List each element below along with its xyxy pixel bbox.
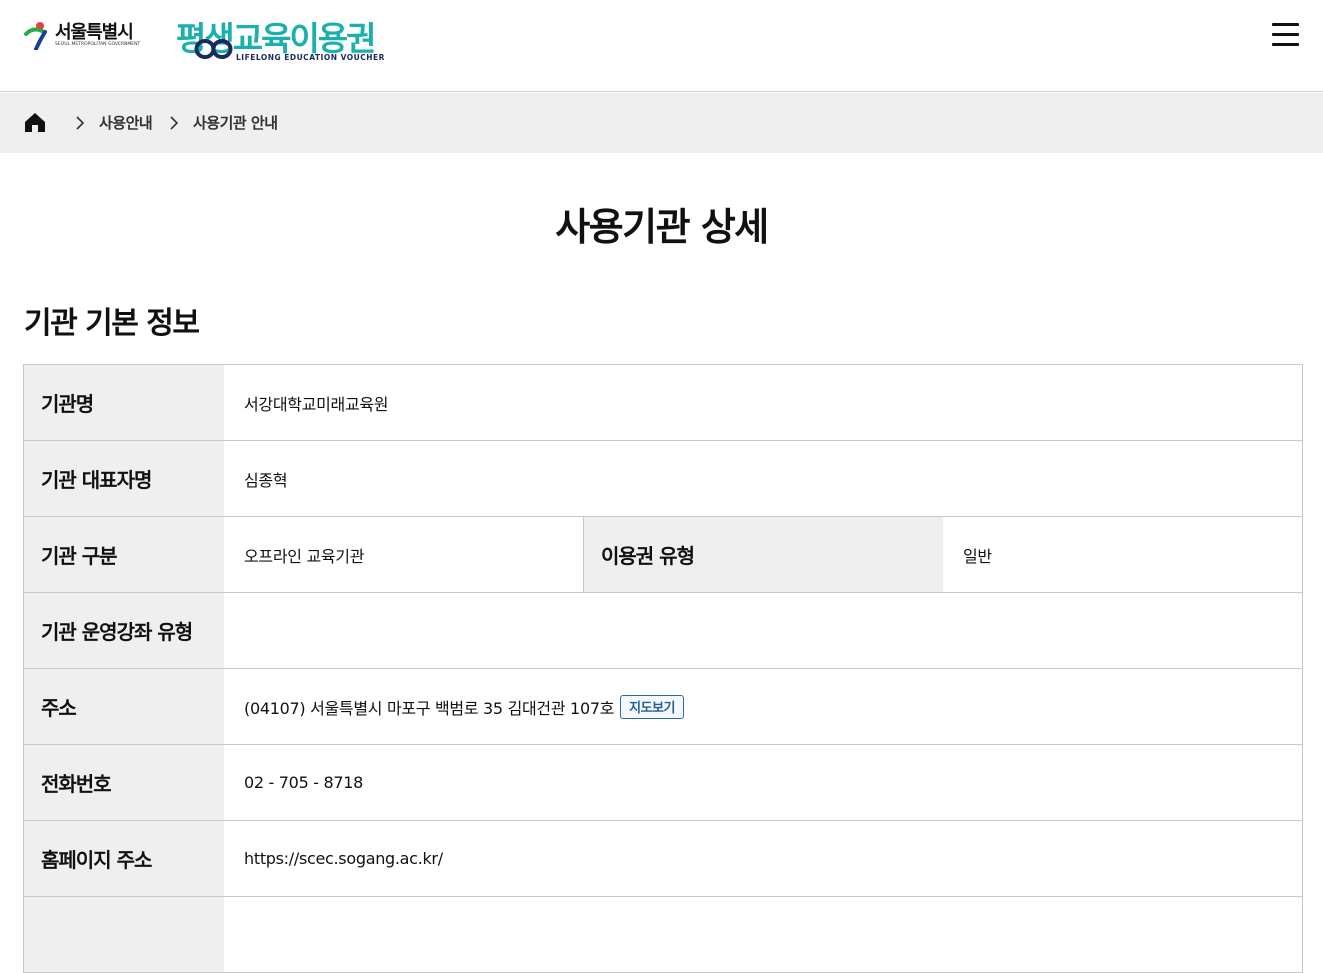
course-type-label: 기관 운영강좌 유형 [24, 593, 224, 668]
hamburger-menu-icon [1272, 23, 1299, 26]
seoul-logo-subtitle: SEOUL METROPOLITAN GOVERNMENT [55, 42, 141, 47]
table-row: 기관 대표자명 심종혁 [24, 441, 1302, 517]
phone-label: 전화번호 [24, 745, 224, 820]
institution-name-value: 서강대학교미래교육원 [224, 365, 1302, 440]
breadcrumb-item-usage-guide[interactable]: 사용안내 [99, 112, 153, 133]
next-row-value [224, 897, 1302, 972]
next-row-label [24, 897, 224, 972]
address-label: 주소 [24, 669, 224, 744]
table-row: 기관명 서강대학교미래교육원 [24, 365, 1302, 441]
table-row [24, 897, 1302, 973]
representative-value: 심종혁 [224, 441, 1302, 516]
course-type-value [224, 593, 1302, 668]
chevron-right-icon [76, 116, 85, 130]
breadcrumb-item-institution-guide[interactable]: 사용기관 안내 [193, 112, 278, 133]
institution-info-table: 기관명 서강대학교미래교육원 기관 대표자명 심종혁 기관 구분 오프라인 교육… [23, 364, 1303, 973]
seoul-logo-name: 서울특별시 [55, 22, 134, 43]
home-icon [25, 113, 45, 132]
voucher-type-value: 일반 [943, 517, 1302, 592]
voucher-type-label: 이용권 유형 [584, 517, 943, 592]
table-row: 기관 구분 오프라인 교육기관 이용권 유형 일반 [24, 517, 1302, 593]
home-link[interactable] [22, 111, 48, 135]
chevron-right-icon [170, 116, 179, 130]
address-cell: (04107) 서울특별시 마포구 백범로 35 김대건관 107호 지도보기 [224, 669, 1302, 744]
breadcrumb: 사용안내 사용기관 안내 [0, 93, 1323, 153]
site-header: 서울특별시 SEOUL METROPOLITAN GOVERNMENT 평생교육… [0, 0, 1323, 92]
page-title: 사용기관 상세 [555, 205, 769, 249]
table-row: 기관 운영강좌 유형 [24, 593, 1302, 669]
homepage-label: 홈페이지 주소 [24, 821, 224, 896]
address-value: (04107) 서울특별시 마포구 백범로 35 김대건관 107호 [244, 698, 615, 718]
seoul-logo[interactable]: 서울특별시 SEOUL METROPOLITAN GOVERNMENT [24, 18, 144, 52]
view-map-button[interactable]: 지도보기 [620, 694, 684, 719]
institution-type-label: 기관 구분 [24, 517, 224, 592]
institution-name-label: 기관명 [24, 365, 224, 440]
institution-type-value: 오프라인 교육기관 [224, 517, 584, 592]
table-row: 주소 (04107) 서울특별시 마포구 백범로 35 김대건관 107호 지도… [24, 669, 1302, 745]
homepage-value[interactable]: https://scec.sogang.ac.kr/ [224, 821, 1302, 896]
table-row: 전화번호 02 - 705 - 8718 [24, 745, 1302, 821]
phone-value: 02 - 705 - 8718 [224, 745, 1302, 820]
voucher-logo[interactable]: 평생교육이용권 LIFELONG EDUCATION VOUCHER [176, 12, 384, 64]
table-row: 홈페이지 주소 https://scec.sogang.ac.kr/ [24, 821, 1302, 897]
section-title: 기관 기본 정보 [24, 306, 200, 341]
infinity-icon [194, 39, 233, 59]
seoul-logo-icon [24, 22, 47, 50]
representative-label: 기관 대표자명 [24, 441, 224, 516]
hamburger-menu-button[interactable] [1268, 20, 1302, 50]
voucher-logo-subtitle: LIFELONG EDUCATION VOUCHER [236, 53, 385, 62]
